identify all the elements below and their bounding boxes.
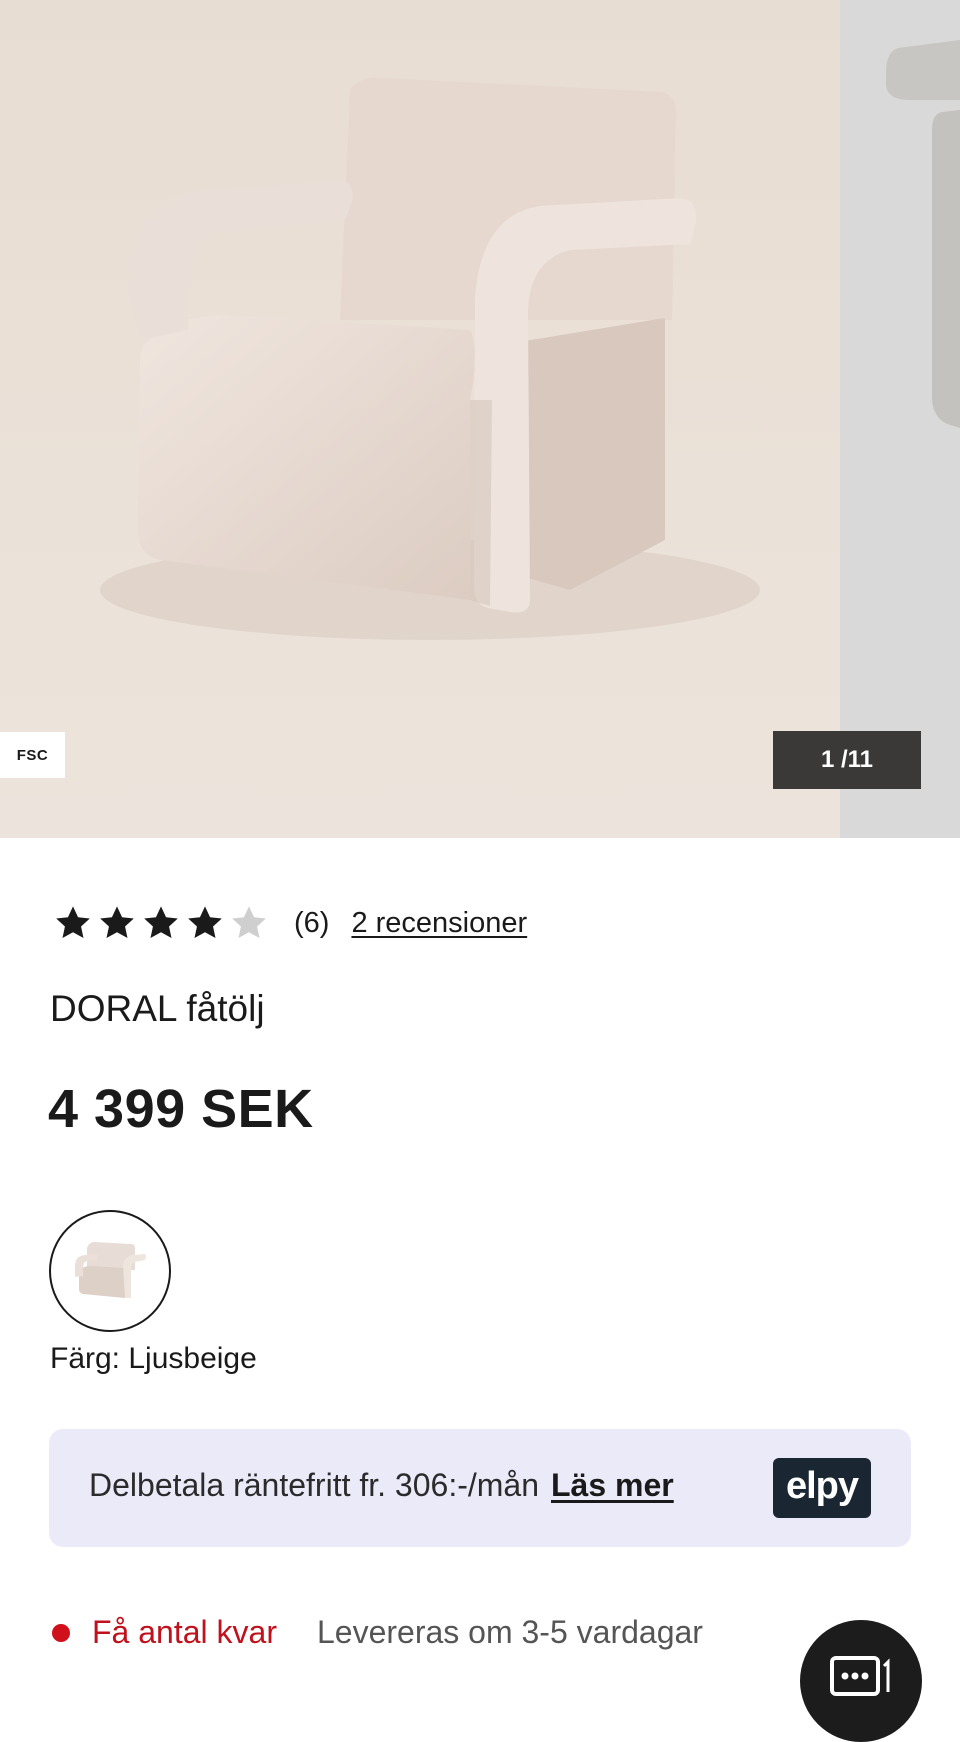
color-swatch-selected[interactable]	[49, 1210, 171, 1332]
chat-button[interactable]	[800, 1620, 922, 1742]
read-more-link[interactable]: Läs mer	[551, 1467, 674, 1503]
image-counter: 1 /11	[773, 731, 921, 789]
stock-status-dot-icon	[52, 1623, 70, 1642]
installment-text-container: Delbetala räntefritt fr. 306:-/mån Läs me…	[89, 1467, 674, 1504]
star-filled-icon	[144, 906, 178, 939]
product-price: 4 399 SEK	[48, 1079, 314, 1139]
stock-status: Få antal kvar	[92, 1614, 277, 1650]
stock-status-row: Få antal kvar Levereras om 3-5 vardagar	[52, 1614, 703, 1651]
rating-row: (6) 2 recensioner	[52, 898, 527, 948]
installment-text: Delbetala räntefritt fr. 306:-/mån	[89, 1467, 539, 1503]
star-empty-icon	[232, 906, 266, 939]
elpy-logo: elpy	[773, 1458, 871, 1518]
product-image-gallery[interactable]: FSC 1 /11	[0, 0, 960, 838]
star-rating	[52, 902, 270, 944]
reviews-link[interactable]: 2 recensioner	[351, 907, 527, 940]
rating-count: (6)	[294, 906, 330, 939]
fsc-badge: FSC	[0, 732, 65, 778]
chat-icon	[830, 1656, 890, 1696]
installment-banner: Delbetala räntefritt fr. 306:-/mån Läs me…	[49, 1429, 911, 1547]
swatch-chair-thumbnail	[75, 1242, 146, 1298]
star-filled-icon	[100, 906, 134, 939]
product-image[interactable]	[0, 0, 840, 838]
star-filled-icon	[188, 906, 222, 939]
next-product-image[interactable]	[840, 0, 960, 838]
color-label: Färg: Ljusbeige	[50, 1342, 257, 1375]
product-title: DORAL fåtölj	[50, 988, 265, 1029]
delivery-time: Levereras om 3-5 vardagar	[316, 1614, 703, 1650]
star-filled-icon	[56, 906, 90, 939]
